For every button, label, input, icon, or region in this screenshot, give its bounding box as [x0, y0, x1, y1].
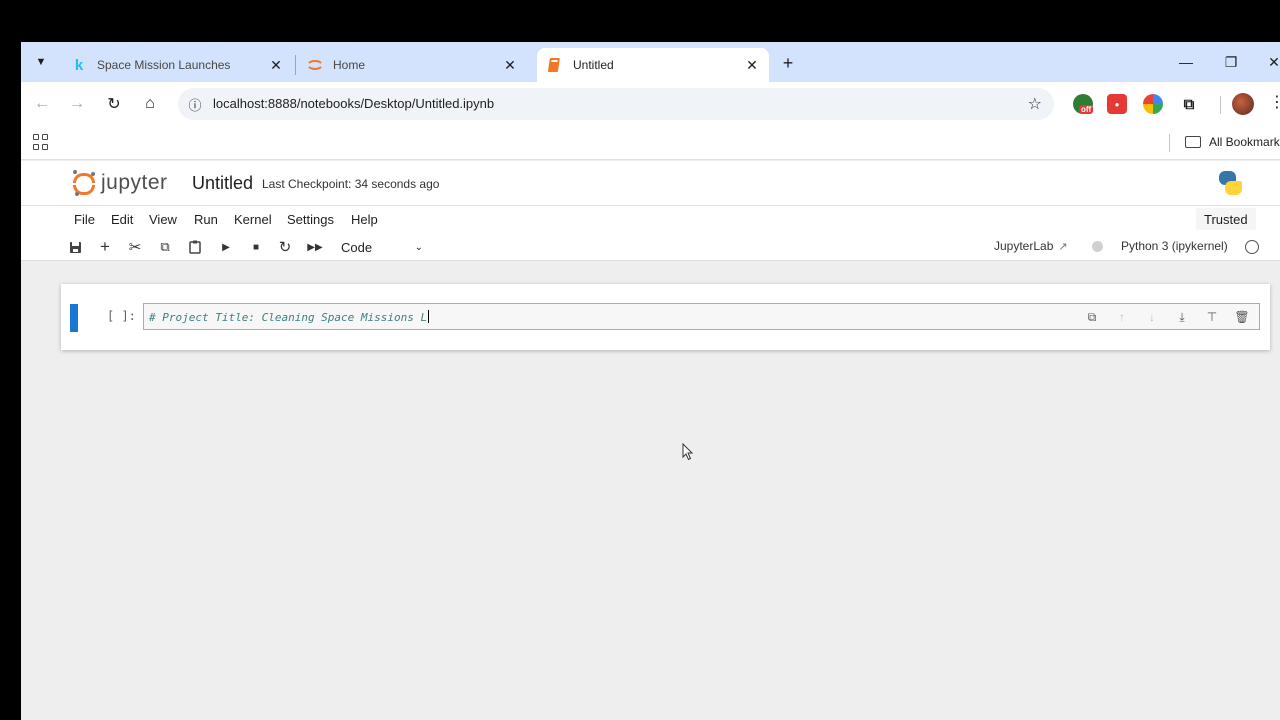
- menu-kernel[interactable]: Kernel: [234, 212, 272, 227]
- tab-space-mission-launches[interactable]: k Space Mission Launches ✕: [61, 48, 293, 82]
- extension-off-icon[interactable]: off: [1073, 94, 1094, 114]
- jupyter-logo-text: jupyter: [101, 171, 168, 194]
- duplicate-cell-icon[interactable]: ⧉: [1083, 308, 1101, 326]
- menu-run[interactable]: Run: [194, 212, 218, 227]
- menu-settings[interactable]: Settings: [287, 212, 334, 227]
- menu-help[interactable]: Help: [351, 212, 378, 227]
- menu-edit[interactable]: Edit: [111, 212, 133, 227]
- tab-untitled[interactable]: Untitled ✕: [537, 48, 769, 82]
- paste-icon[interactable]: [186, 238, 204, 256]
- restart-kernel-icon[interactable]: ↻: [276, 238, 294, 256]
- tab-search-chevron-icon[interactable]: ▼: [29, 50, 53, 74]
- notebook-trust-icon: [1092, 241, 1103, 252]
- jupyter-menubar: File Edit View Run Kernel Settings Help …: [21, 205, 1280, 233]
- restore-icon[interactable]: ❐: [1218, 50, 1244, 74]
- input-prompt: [ ]:: [107, 309, 136, 323]
- save-icon[interactable]: [66, 238, 84, 256]
- extension-badge: off: [1079, 105, 1094, 114]
- home-icon[interactable]: ⌂: [138, 92, 162, 116]
- jupyterlab-label: JupyterLab: [994, 239, 1054, 253]
- cell-source-text: # Project Title: Cleaning Space Missions…: [149, 311, 428, 324]
- record-extension-icon[interactable]: ●: [1107, 94, 1127, 114]
- cell-source: # Project Title: Cleaning Space Missions…: [149, 310, 430, 324]
- cell-type-select[interactable]: Code ⌄: [341, 237, 423, 257]
- jupyter-logo[interactable]: jupyter: [73, 169, 168, 197]
- folder-icon: [1185, 136, 1201, 148]
- kaggle-icon: k: [74, 56, 84, 74]
- kernel-status-icon: [1245, 240, 1259, 254]
- close-tab-icon[interactable]: ✕: [501, 56, 519, 74]
- chevron-down-icon: ⌄: [414, 241, 423, 253]
- tab-strip: ▼ k Space Mission Launches ✕ Home ✕ Unti…: [21, 42, 1280, 82]
- stop-icon[interactable]: ■: [247, 238, 265, 256]
- close-window-icon[interactable]: ✕: [1261, 50, 1280, 74]
- jupyterlab-link[interactable]: JupyterLab ↗: [994, 239, 1068, 253]
- insert-cell-icon[interactable]: +: [96, 237, 114, 256]
- text-caret: [428, 310, 430, 323]
- tab-title: Home: [333, 58, 366, 72]
- insert-above-icon[interactable]: ⤓: [1173, 308, 1191, 326]
- cell-editor[interactable]: # Project Title: Cleaning Space Missions…: [143, 303, 1260, 330]
- site-info-icon[interactable]: ⓘ: [186, 95, 204, 113]
- move-down-icon[interactable]: ↓: [1143, 308, 1161, 326]
- minimize-icon[interactable]: —: [1173, 50, 1199, 74]
- menu-file[interactable]: File: [74, 212, 95, 227]
- tab-title: Space Mission Launches: [97, 58, 231, 72]
- tab-separator: [295, 55, 296, 75]
- notebook-toolbar: + ✂ ⧉ ▶ ■ ↻ ▶▶ Code ⌄ JupyterLab ↗ Pytho…: [21, 233, 1280, 261]
- trusted-indicator[interactable]: Trusted: [1196, 208, 1256, 230]
- browser-toolbar: ← → ↻ ⌂ ⓘ localhost:8888/notebooks/Deskt…: [21, 82, 1280, 126]
- more-menu-icon[interactable]: ⋮: [1269, 92, 1280, 112]
- last-checkpoint: Last Checkpoint: 34 seconds ago: [262, 177, 440, 191]
- tab-title: Untitled: [573, 58, 614, 72]
- forward-arrow-icon[interactable]: →: [65, 92, 89, 116]
- mouse-cursor-icon: [682, 443, 694, 461]
- cell-collapser[interactable]: [70, 304, 78, 332]
- delete-cell-icon[interactable]: 🗑: [1233, 308, 1251, 326]
- color-extension-icon[interactable]: [1143, 94, 1163, 114]
- jupyter-favicon-icon: [307, 57, 323, 73]
- new-tab-button[interactable]: +: [777, 52, 799, 74]
- bookmarks-separator: [1169, 134, 1170, 152]
- jupyter-header: jupyter Untitled Last Checkpoint: 34 sec…: [21, 161, 1280, 205]
- cell-type-label: Code: [341, 239, 373, 255]
- notebook-panel: [ ]: # Project Title: Cleaning Space Mis…: [21, 262, 1280, 720]
- bookmarks-bar: All Bookmarks: [21, 126, 1280, 160]
- apps-grid-icon[interactable]: [33, 134, 49, 150]
- puzzle-extensions-icon[interactable]: ⧉: [1179, 94, 1199, 114]
- python-logo-icon: [1217, 170, 1243, 196]
- profile-avatar[interactable]: [1232, 93, 1254, 115]
- all-bookmarks-button[interactable]: All Bookmarks: [1185, 135, 1280, 149]
- close-tab-icon[interactable]: ✕: [267, 56, 285, 74]
- cut-icon[interactable]: ✂: [126, 238, 144, 256]
- address-bar[interactable]: ⓘ localhost:8888/notebooks/Desktop/Untit…: [178, 88, 1054, 120]
- restart-run-all-icon[interactable]: ▶▶: [306, 238, 324, 256]
- jupyter-logo-icon: [73, 170, 95, 196]
- move-up-icon[interactable]: ↑: [1113, 308, 1131, 326]
- tab-home[interactable]: Home ✕: [297, 48, 527, 82]
- all-bookmarks-label: All Bookmarks: [1209, 135, 1280, 149]
- browser-window: ▼ k Space Mission Launches ✕ Home ✕ Unti…: [21, 42, 1280, 720]
- reload-icon[interactable]: ↻: [102, 92, 126, 116]
- screen: ▼ k Space Mission Launches ✕ Home ✕ Unti…: [0, 0, 1280, 720]
- insert-below-icon[interactable]: ⊤: [1203, 308, 1221, 326]
- kernel-name[interactable]: Python 3 (ipykernel): [1121, 239, 1228, 253]
- notebook-favicon-icon: [547, 57, 563, 73]
- run-icon[interactable]: ▶: [217, 238, 235, 256]
- bookmark-star-icon[interactable]: ☆: [1028, 94, 1042, 114]
- back-arrow-icon[interactable]: ←: [30, 92, 54, 116]
- cell-toolbar: ⧉ ↑ ↓ ⤓ ⊤ 🗑: [1083, 308, 1251, 326]
- code-cell[interactable]: [ ]: # Project Title: Cleaning Space Mis…: [61, 284, 1270, 350]
- close-tab-icon[interactable]: ✕: [743, 56, 761, 74]
- external-link-icon: ↗: [1058, 240, 1068, 253]
- notebook-title[interactable]: Untitled: [192, 173, 253, 194]
- menu-view[interactable]: View: [149, 212, 177, 227]
- copy-icon[interactable]: ⧉: [156, 238, 174, 256]
- url-text: localhost:8888/notebooks/Desktop/Untitle…: [213, 96, 495, 111]
- toolbar-separator: [1220, 96, 1221, 114]
